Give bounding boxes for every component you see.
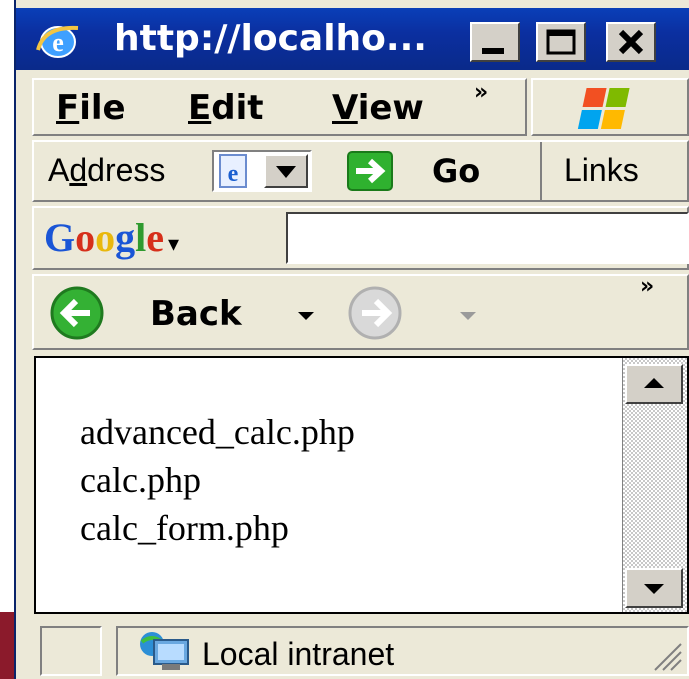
go-arrow-icon — [347, 151, 393, 191]
page-icon: e — [219, 154, 247, 188]
google-search-input[interactable] — [286, 212, 689, 264]
status-pane — [40, 626, 102, 676]
windows-logo-cell — [531, 78, 689, 136]
status-bar: Local intranet — [34, 620, 689, 679]
svg-text:e: e — [228, 161, 239, 187]
intranet-icon — [140, 632, 189, 670]
go-label: Go — [432, 152, 481, 190]
address-dropdown-button[interactable] — [264, 154, 308, 188]
address-bar: Address e Go Links — [32, 140, 689, 202]
menu-view[interactable]: View — [332, 88, 424, 128]
back-dropdown-icon[interactable] — [296, 308, 316, 322]
minimize-button[interactable] — [470, 22, 520, 62]
forward-button[interactable] — [346, 284, 486, 342]
chevron-down-icon — [276, 166, 296, 178]
menu-file[interactable]: File — [56, 88, 126, 128]
title-bar[interactable]: e http://localho... — [16, 8, 689, 70]
zone-label: Local intranet — [202, 636, 395, 672]
file-link[interactable]: calc.php — [80, 456, 355, 504]
windows-flag-icon — [577, 88, 630, 129]
back-button[interactable]: Back — [48, 284, 328, 342]
maximize-icon — [546, 29, 576, 55]
chevron-up-icon — [644, 378, 664, 388]
file-list: advanced_calc.php calc.php calc_form.php — [80, 408, 355, 552]
scroll-up-button[interactable] — [625, 364, 683, 404]
forward-arrow-icon — [348, 286, 402, 340]
browser-window: e http://localho... File Edit View » Add… — [14, 0, 689, 679]
vertical-scrollbar[interactable] — [622, 358, 687, 612]
scroll-down-button[interactable] — [625, 568, 683, 608]
file-link[interactable]: calc_form.php — [80, 504, 355, 552]
address-input[interactable]: e — [212, 150, 312, 192]
close-icon — [618, 29, 644, 55]
back-arrow-icon — [50, 286, 104, 340]
zone-pane: Local intranet — [116, 626, 689, 676]
menu-edit[interactable]: Edit — [188, 88, 263, 128]
navigation-toolbar: Back » — [32, 274, 689, 350]
google-logo[interactable]: Google ▾ — [44, 214, 179, 262]
forward-dropdown-icon[interactable] — [458, 308, 478, 322]
go-button[interactable]: Go — [346, 148, 516, 194]
background-edge — [0, 612, 14, 679]
google-toolbar: Google ▾ — [32, 206, 689, 270]
resize-grip-icon[interactable] — [649, 638, 683, 672]
links-button[interactable]: Links — [564, 152, 639, 189]
menu-overflow-chevron[interactable]: » — [474, 80, 488, 105]
file-link[interactable]: advanced_calc.php — [80, 408, 355, 456]
separator — [540, 142, 542, 200]
address-label: Address — [48, 152, 166, 188]
menu-bar: File Edit View » — [32, 78, 527, 136]
maximize-button[interactable] — [536, 22, 586, 62]
window-title: http://localho... — [114, 18, 427, 59]
page-content: advanced_calc.php calc.php calc_form.php — [34, 356, 689, 614]
ie-logo-icon: e — [36, 25, 79, 58]
minimize-icon — [482, 48, 504, 54]
back-label: Back — [150, 294, 242, 334]
chevron-down-icon — [644, 584, 664, 594]
nav-overflow-chevron[interactable]: » — [640, 274, 654, 299]
close-button[interactable] — [606, 22, 656, 62]
